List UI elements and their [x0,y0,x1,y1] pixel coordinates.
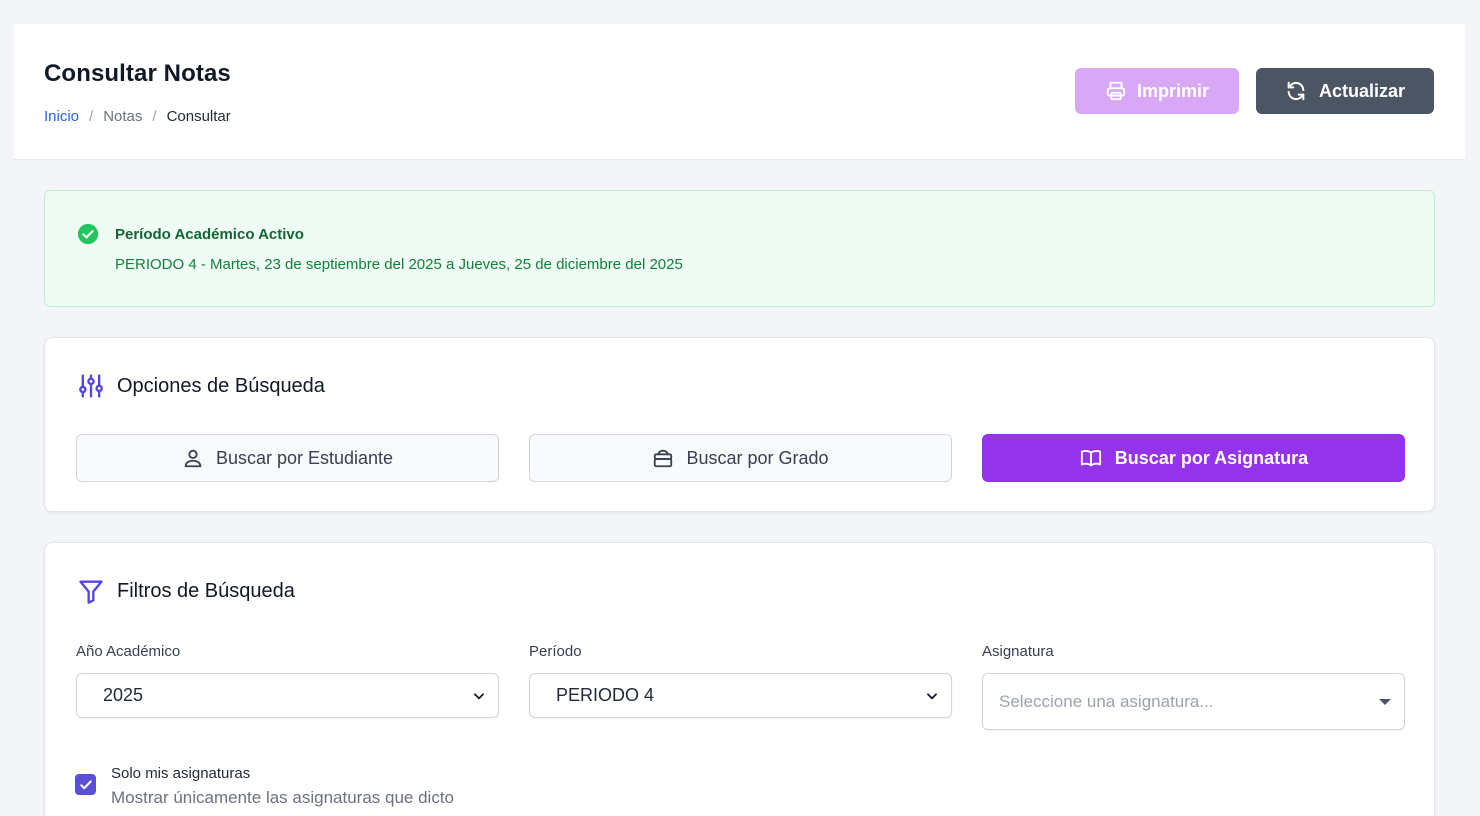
search-options-title: Opciones de Búsqueda [117,374,325,397]
refresh-icon [1287,81,1305,101]
filters-title: Filtros de Búsqueda [117,579,295,602]
subject-select[interactable]: Seleccione una asignatura... [982,673,1405,730]
search-by-student-label: Buscar por Estudiante [215,447,394,468]
chevron-down-icon [927,692,937,699]
search-by-grade-label: Buscar por Grado [686,447,829,468]
breadcrumb-home-link[interactable]: Inicio [44,108,79,125]
sliders-icon [79,374,103,398]
printer-icon [1106,81,1126,101]
checkmark-icon [79,779,92,789]
layers-icon [654,449,673,468]
subject-label: Asignatura [982,643,1054,660]
book-icon [1080,450,1101,467]
search-options-header: Opciones de Búsqueda [77,372,325,400]
only-mine-checkbox[interactable] [75,774,96,795]
page-header: Consultar Notas Inicio / Notas / Consult… [14,24,1465,160]
period-select-value: PERIODO 4 [556,685,655,705]
search-options-card: Opciones de Búsqueda Buscar por Estudian… [44,337,1435,512]
filter-icon [79,580,103,604]
filters-header: Filtros de Búsqueda [77,577,295,605]
breadcrumb-current: Consultar [166,108,231,125]
chevron-down-icon [474,692,484,699]
caret-down-icon [1379,698,1391,705]
filters-card: Filtros de Búsqueda Año Académico 2025 P… [44,542,1435,816]
refresh-button-label: Actualizar [1318,80,1406,101]
subject-select-placeholder: Seleccione una asignatura... [999,691,1214,711]
year-label: Año Académico [76,643,181,660]
user-icon [184,449,202,468]
search-by-subject-button[interactable]: Buscar por Asignatura [982,434,1405,482]
breadcrumb: Inicio / Notas / Consultar [44,108,231,125]
only-mine-help: Mostrar únicamente las asignaturas que d… [111,788,455,807]
period-select[interactable]: PERIODO 4 [529,673,952,718]
refresh-button[interactable]: Actualizar [1256,68,1434,114]
breadcrumb-separator: / [89,108,94,125]
search-by-grade-button[interactable]: Buscar por Grado [529,434,952,482]
breadcrumb-separator: / [152,108,157,125]
active-period-alert: Período Académico Activo PERIODO 4 - Mar… [44,190,1435,307]
year-select-value: 2025 [103,685,144,705]
only-mine-label[interactable]: Solo mis asignaturas [111,765,250,782]
breadcrumb-notas[interactable]: Notas [103,108,142,125]
alert-title: Período Académico Activo [115,226,304,243]
search-by-student-button[interactable]: Buscar por Estudiante [76,434,499,482]
print-button[interactable]: Imprimir [1075,68,1239,114]
alert-text: PERIODO 4 - Martes, 23 de septiembre del… [115,256,683,273]
check-circle-icon [77,223,99,245]
search-by-subject-label: Buscar por Asignatura [1114,447,1309,468]
print-button-label: Imprimir [1136,80,1210,101]
period-label: Período [529,643,582,660]
page-title: Consultar Notas [44,60,231,87]
year-select[interactable]: 2025 [76,673,499,718]
